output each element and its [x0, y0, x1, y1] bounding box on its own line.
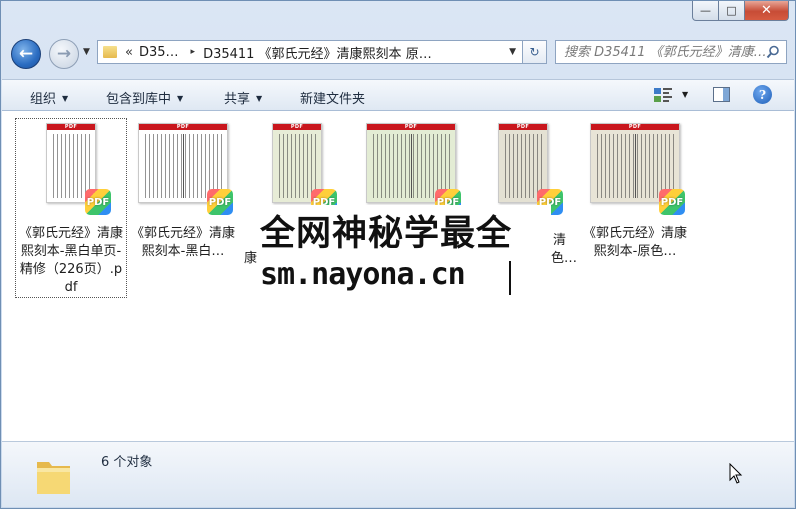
watermark-title: 全网神秘学最全 — [260, 214, 513, 254]
view-chevron-down-icon[interactable]: ▼ — [682, 90, 688, 99]
pdf-banner: PDF — [367, 124, 455, 130]
watermark-url: sm.nayona.cn — [260, 257, 466, 292]
file-item[interactable]: PDF PDF 《郭氏元经》清康熙刻本-黑白单页-精修（226页）.pdf — [15, 118, 127, 298]
file-name: 《郭氏元经》清康熙刻本-原色… — [582, 226, 687, 259]
breadcrumb-segment-parent[interactable]: D35… — [139, 45, 179, 60]
pdf-app-icon: PDF — [85, 189, 111, 215]
include-library-label: 包含到库中 — [106, 92, 172, 107]
close-button[interactable]: ✕ — [745, 1, 789, 21]
file-item[interactable]: PDF PDF 《郭氏元经》清康熙刻本-原色… — [580, 119, 690, 261]
search-box[interactable] — [555, 40, 787, 64]
maximize-button[interactable]: □ — [719, 1, 745, 21]
share-label: 共享 — [224, 92, 251, 107]
chevron-down-icon: ▼ — [62, 94, 69, 103]
hidden-filename-fragment-right-top: 清 — [553, 233, 567, 248]
chevron-down-icon: ▼ — [177, 94, 184, 103]
include-library-button[interactable]: 包含到库中 ▼ — [106, 88, 183, 107]
search-input[interactable] — [564, 44, 774, 60]
chevron-down-icon: ▼ — [256, 94, 263, 103]
search-icon[interactable] — [766, 45, 780, 59]
details-pane: 6 个对象 — [2, 441, 794, 507]
pdf-badge-label: PDF — [86, 196, 110, 208]
pdf-banner: PDF — [139, 124, 227, 130]
pdf-banner: PDF — [591, 124, 679, 130]
item-count-status: 6 个对象 — [101, 455, 153, 470]
pdf-badge-label: PDF — [660, 196, 684, 208]
pdf-thumbnail: PDF PDF — [39, 123, 111, 219]
mouse-cursor-icon — [729, 463, 743, 484]
explorer-window: — □ ✕ ← → ▼ « D35… ▸ D35411 《郭氏元经》清康熙刻本 … — [0, 0, 796, 509]
pdf-banner: PDF — [273, 124, 321, 130]
organize-label: 组织 — [30, 92, 57, 107]
text-columns — [502, 134, 544, 198]
address-bar[interactable]: « D35… ▸ D35411 《郭氏元经》清康熙刻本 原… ▼ — [97, 40, 523, 64]
folder-icon — [37, 462, 70, 494]
file-name: 《郭氏元经》清康熙刻本-黑白单页-精修（226页）.pdf — [18, 226, 123, 295]
page-gutter — [411, 134, 412, 198]
text-columns — [276, 134, 318, 198]
help-button[interactable]: ? — [753, 85, 772, 104]
navigation-bar: ← → ▼ « D35… ▸ D35411 《郭氏元经》清康熙刻本 原… ▼ ↻ — [11, 37, 787, 71]
share-button[interactable]: 共享 ▼ — [224, 88, 262, 107]
watermark-overlay: 全网神秘学最全 sm.nayona.cn — [254, 205, 551, 297]
hidden-filename-fragment-right-bottom: 色… — [551, 251, 578, 266]
pdf-thumbnail: PDF PDF — [135, 123, 233, 219]
pdf-badge-label: PDF — [208, 196, 232, 208]
address-chevron-down-icon[interactable]: ▼ — [509, 47, 516, 57]
organize-button[interactable]: 组织 ▼ — [30, 88, 68, 107]
address-overflow[interactable]: « — [125, 45, 133, 60]
pdf-banner: PDF — [499, 124, 547, 130]
page-gutter — [635, 134, 636, 198]
recent-pages-chevron-down-icon[interactable]: ▼ — [83, 47, 90, 57]
pdf-thumbnail: PDF PDF — [587, 123, 685, 219]
page-gutter — [183, 134, 184, 198]
text-columns — [50, 134, 92, 198]
command-bar: 组织 ▼ 包含到库中 ▼ 共享 ▼ 新建文件夹 ▼ ? — [2, 79, 794, 111]
file-name: 《郭氏元经》清康熙刻本-黑白… — [130, 226, 235, 259]
breadcrumb-segment-current[interactable]: D35411 《郭氏元经》清康熙刻本 原… — [203, 43, 432, 62]
breadcrumb-separator[interactable]: ▸ — [191, 47, 196, 57]
minimize-button[interactable]: — — [692, 1, 719, 21]
change-view-icon[interactable] — [653, 86, 673, 104]
pdf-app-icon: PDF — [207, 189, 233, 215]
caption-buttons: — □ ✕ — [692, 1, 789, 21]
pdf-banner: PDF — [47, 124, 95, 130]
preview-pane-icon[interactable] — [713, 87, 730, 102]
back-button[interactable]: ← — [11, 39, 41, 69]
hidden-filename-fragment-left: 康 — [244, 251, 258, 266]
refresh-button[interactable]: ↻ — [523, 40, 547, 64]
file-item[interactable]: PDF PDF 《郭氏元经》清康熙刻本-黑白… — [128, 119, 238, 261]
new-folder-button[interactable]: 新建文件夹 — [300, 88, 365, 107]
pdf-app-icon: PDF — [659, 189, 685, 215]
forward-button[interactable]: → — [49, 39, 79, 69]
folder-icon — [103, 46, 117, 58]
text-caret — [509, 261, 511, 295]
